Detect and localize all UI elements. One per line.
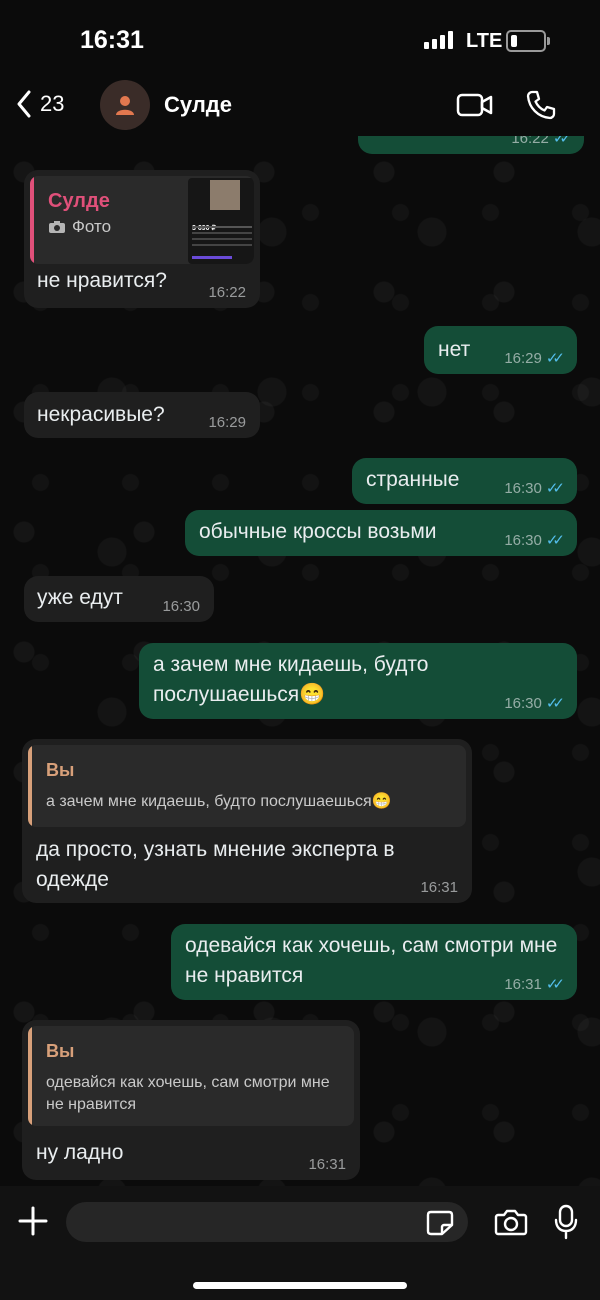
message-meta: 16:29 ✓✓ bbox=[504, 350, 565, 368]
signal-icon bbox=[424, 31, 453, 49]
network-label: LTE bbox=[466, 30, 503, 52]
message-text: обычные кроссы возьми bbox=[199, 520, 437, 543]
back-button[interactable]: 23 bbox=[16, 90, 64, 118]
message-incoming[interactable]: уже едут 16:30 bbox=[24, 576, 214, 622]
message-meta: 16:31 ✓✓ bbox=[504, 976, 565, 994]
message-text: да просто, узнать мнение эксперта в одеж… bbox=[36, 838, 395, 891]
message-outgoing[interactable]: а зачем мне кидаешь, будто послушаешься😁… bbox=[139, 643, 577, 719]
read-ticks-icon: ✓✓ bbox=[545, 350, 565, 367]
message-text: ну ладно bbox=[36, 1141, 124, 1164]
message-time: 16:22 bbox=[511, 136, 549, 147]
message-time: 16:30 bbox=[162, 598, 200, 615]
message-time: 16:31 bbox=[504, 976, 542, 993]
message-text: нет bbox=[438, 338, 471, 361]
contact-name[interactable]: Сулде bbox=[164, 92, 232, 118]
read-ticks-icon: ✓✓ bbox=[552, 136, 572, 147]
message-outgoing[interactable]: 16:22 ✓✓ bbox=[358, 136, 584, 154]
photo-price: 3 690 ₽ bbox=[192, 225, 216, 232]
person-icon bbox=[116, 96, 134, 115]
message-text: а зачем мне кидаешь, будто послушаешься😁 bbox=[153, 653, 429, 706]
sticker-icon[interactable] bbox=[426, 1210, 454, 1236]
reply-quote[interactable]: Сулде Фото 3 690 ₽ bbox=[30, 176, 254, 264]
camera-icon bbox=[49, 221, 65, 233]
message-time: 16:30 bbox=[504, 480, 542, 497]
read-ticks-icon: ✓✓ bbox=[545, 976, 565, 993]
phone-icon[interactable] bbox=[525, 89, 557, 121]
read-ticks-icon: ✓✓ bbox=[545, 532, 565, 549]
unread-count: 23 bbox=[40, 91, 65, 116]
photo-preview-image bbox=[210, 180, 240, 210]
reply-quote[interactable]: Вы а зачем мне кидаешь, будто послушаешь… bbox=[28, 745, 466, 827]
message-meta: 16:30 ✓✓ bbox=[504, 480, 565, 498]
message-outgoing[interactable]: одевайся как хочешь, сам смотри мне не н… bbox=[171, 924, 577, 1000]
chat-header: 23 Сулде bbox=[0, 78, 600, 136]
microphone-icon[interactable] bbox=[554, 1204, 578, 1240]
message-outgoing[interactable]: странные 16:30 ✓✓ bbox=[352, 458, 577, 504]
message-text: не нравится? bbox=[37, 269, 167, 292]
message-incoming[interactable]: некрасивые? 16:29 bbox=[24, 392, 260, 438]
plus-icon[interactable] bbox=[16, 1204, 50, 1238]
photo-progress bbox=[192, 256, 232, 259]
message-meta: 16:31 bbox=[420, 879, 458, 897]
message-time: 16:22 bbox=[208, 284, 246, 301]
photo-thumbnail[interactable]: 3 690 ₽ bbox=[188, 178, 254, 264]
message-time: 16:29 bbox=[208, 414, 246, 431]
message-text: уже едут bbox=[37, 586, 123, 609]
message-meta: 16:29 bbox=[208, 414, 246, 432]
chat-area[interactable]: 16:22 ✓✓ Сулде Фото 3 690 ₽ не нравится? … bbox=[0, 136, 600, 1186]
quote-author: Вы bbox=[46, 1041, 75, 1061]
message-time: 16:31 bbox=[308, 1156, 346, 1173]
camera-icon[interactable] bbox=[494, 1208, 528, 1236]
message-incoming[interactable]: Вы одевайся как хочешь, сам смотри мне н… bbox=[22, 1020, 360, 1180]
status-time: 16:31 bbox=[80, 26, 144, 54]
message-meta: 16:22 ✓✓ bbox=[511, 136, 572, 148]
message-input[interactable] bbox=[66, 1202, 468, 1242]
back-chevron-icon bbox=[17, 90, 31, 118]
message-time: 16:30 bbox=[504, 695, 542, 712]
message-time: 16:31 bbox=[420, 879, 458, 896]
read-ticks-icon: ✓✓ bbox=[545, 695, 565, 712]
quote-author: Вы bbox=[46, 760, 75, 780]
reply-quote[interactable]: Вы одевайся как хочешь, сам смотри мне н… bbox=[28, 1026, 354, 1126]
message-meta: 16:30 bbox=[162, 598, 200, 616]
avatar[interactable] bbox=[100, 80, 150, 130]
message-meta: 16:31 bbox=[308, 1156, 346, 1174]
video-camera-icon[interactable] bbox=[456, 92, 494, 118]
status-bar: 16:31 LTE bbox=[0, 0, 600, 80]
home-indicator[interactable] bbox=[193, 1282, 407, 1289]
quote-text: а зачем мне кидаешь, будто послушаешься😁 bbox=[46, 793, 392, 810]
message-text: некрасивые? bbox=[37, 403, 165, 426]
message-meta: 16:30 ✓✓ bbox=[504, 532, 565, 550]
message-incoming[interactable]: Сулде Фото 3 690 ₽ не нравится? 16:22 bbox=[24, 170, 260, 308]
message-meta: 16:22 bbox=[208, 284, 246, 302]
message-outgoing[interactable]: обычные кроссы возьми 16:30 ✓✓ bbox=[185, 510, 577, 556]
message-time: 16:30 bbox=[504, 532, 542, 549]
message-incoming[interactable]: Вы а зачем мне кидаешь, будто послушаешь… bbox=[22, 739, 472, 903]
battery-icon bbox=[506, 30, 550, 52]
message-meta: 16:30 ✓✓ bbox=[504, 695, 565, 713]
message-outgoing[interactable]: нет 16:29 ✓✓ bbox=[424, 326, 577, 374]
message-text: странные bbox=[366, 468, 460, 491]
photo-detail-lines bbox=[192, 226, 252, 228]
quote-text: одевайся как хочешь, сам смотри мне не н… bbox=[46, 1074, 330, 1113]
read-ticks-icon: ✓✓ bbox=[545, 480, 565, 497]
message-time: 16:29 bbox=[504, 350, 542, 367]
